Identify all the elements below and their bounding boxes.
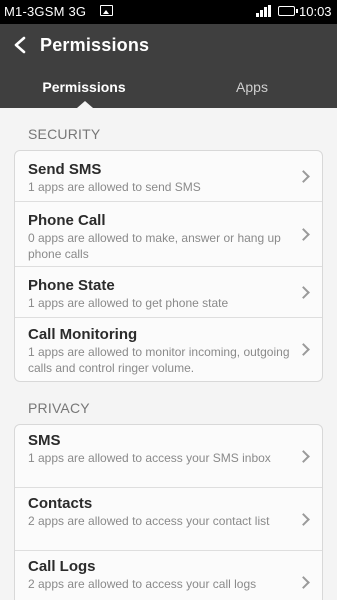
permission-title: Phone State <box>28 277 115 294</box>
permission-row-call-monitoring[interactable]: Call Monitoring 1 apps are allowed to mo… <box>15 318 322 381</box>
chevron-right-icon <box>297 170 310 183</box>
security-card: Send SMS 1 apps are allowed to send SMS … <box>14 150 323 382</box>
permission-row-contacts[interactable]: Contacts 2 apps are allowed to access yo… <box>15 488 322 551</box>
permission-title: SMS <box>28 432 61 449</box>
chevron-right-icon <box>297 228 310 241</box>
page-title: Permissions <box>40 35 150 55</box>
tab-permissions[interactable]: Permissions <box>0 79 168 95</box>
permission-title: Call Monitoring <box>28 326 138 343</box>
chevron-right-icon <box>297 450 310 463</box>
permission-description: 1 apps are allowed to send SMS <box>28 180 201 194</box>
section-header-privacy: PRIVACY <box>28 400 90 416</box>
permission-description: 1 apps are allowed to monitor incoming, … <box>28 345 290 375</box>
image-notification-icon <box>100 5 113 16</box>
chevron-right-icon <box>297 286 310 299</box>
clock: 10:03 <box>299 4 332 19</box>
back-arrow-icon[interactable] <box>13 36 27 54</box>
permission-description: 2 apps are allowed to access your contac… <box>28 514 270 528</box>
carrier-label: M1-3GSM 3G <box>4 4 87 19</box>
permission-row-sms[interactable]: SMS 1 apps are allowed to access your SM… <box>15 425 322 488</box>
permission-title: Phone Call <box>28 212 106 229</box>
section-header-security: SECURITY <box>28 126 101 142</box>
permission-description: 1 apps are allowed to get phone state <box>28 296 229 310</box>
tab-apps[interactable]: Apps <box>168 79 336 95</box>
chevron-right-icon <box>297 343 310 356</box>
permission-description: 2 apps are allowed to access your call l… <box>28 577 257 591</box>
permission-title: Contacts <box>28 495 93 512</box>
privacy-card: SMS 1 apps are allowed to access your SM… <box>14 424 323 600</box>
permission-title: Send SMS <box>28 161 102 178</box>
title-bar: Permissions <box>0 24 337 66</box>
signal-icon <box>256 5 272 17</box>
active-tab-indicator <box>77 101 93 108</box>
permission-title: Call Logs <box>28 558 96 575</box>
permission-row-call-logs[interactable]: Call Logs 2 apps are allowed to access y… <box>15 551 322 600</box>
chevron-right-icon <box>297 576 310 589</box>
battery-icon <box>278 6 298 16</box>
status-bar: M1-3GSM 3G 10:03 <box>0 0 337 24</box>
tab-bar: Permissions Apps <box>0 66 337 108</box>
permission-row-send-sms[interactable]: Send SMS 1 apps are allowed to send SMS <box>15 151 322 202</box>
permission-description: 1 apps are allowed to access your SMS in… <box>28 451 271 465</box>
permission-row-phone-state[interactable]: Phone State 1 apps are allowed to get ph… <box>15 267 322 318</box>
chevron-right-icon <box>297 513 310 526</box>
permission-row-phone-call[interactable]: Phone Call 0 apps are allowed to make, a… <box>15 202 322 267</box>
permission-description: 0 apps are allowed to make, answer or ha… <box>28 231 281 261</box>
